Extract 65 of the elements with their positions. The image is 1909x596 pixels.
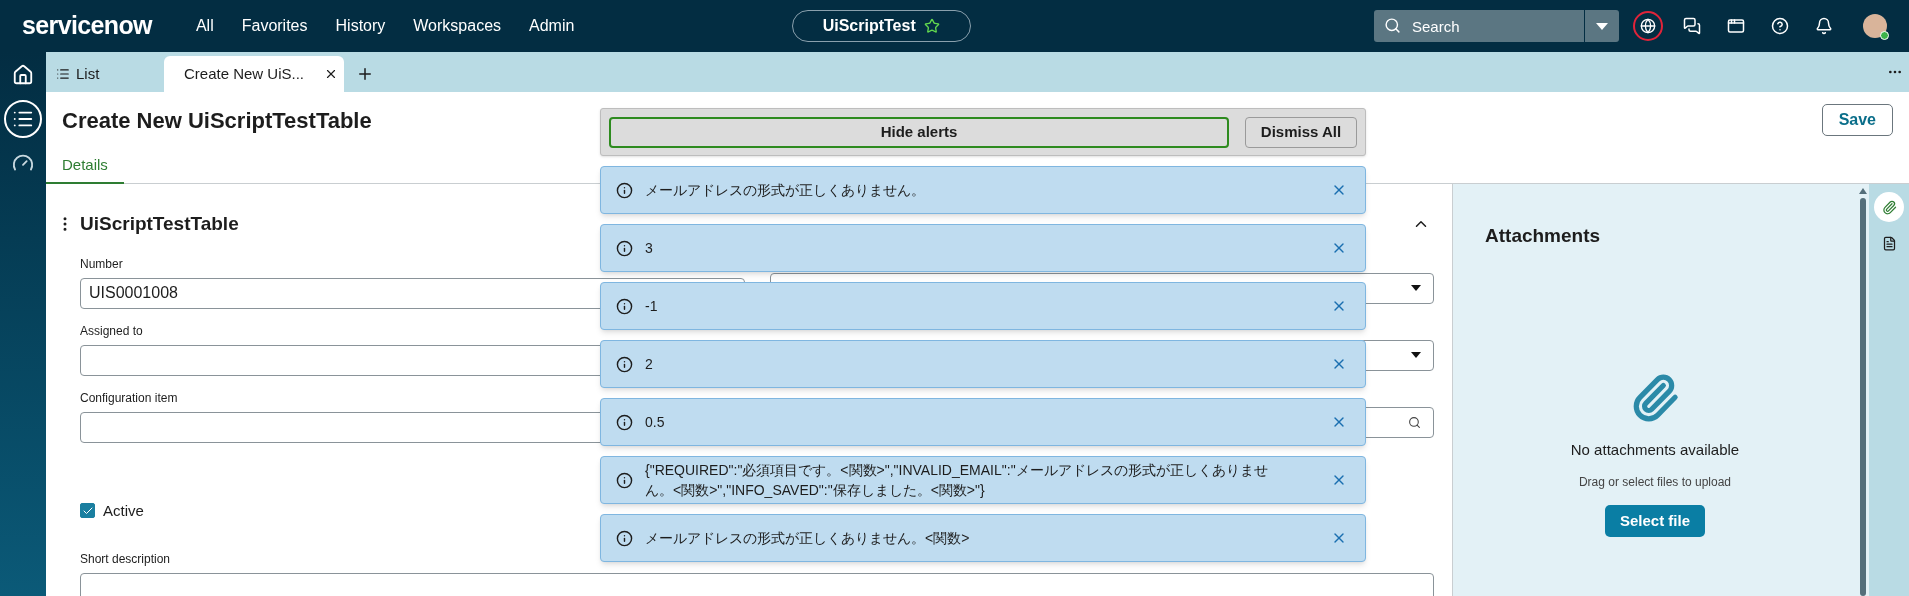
search-icon	[1408, 415, 1421, 429]
alert-text: 2	[645, 355, 654, 374]
nav-menu-item[interactable]: Favorites	[227, 14, 322, 38]
select-file-button[interactable]: Select file	[1604, 505, 1705, 537]
info-icon	[616, 355, 633, 373]
info-icon	[616, 239, 633, 257]
online-status-icon	[1880, 31, 1889, 40]
text-field[interactable]	[80, 573, 1434, 596]
hide-alerts-button[interactable]: Hide alerts	[609, 116, 1229, 148]
field-label: Number	[80, 255, 124, 273]
panel-title: Attachments	[1485, 224, 1601, 248]
info-icon	[616, 471, 633, 489]
field-label: Assigned to	[80, 322, 144, 340]
alert-text: メールアドレスの形式が正しくありません。	[645, 181, 926, 200]
nav-menu-item[interactable]: History	[321, 14, 400, 38]
alert-text: 0.5	[645, 413, 666, 432]
search-scope-button[interactable]	[1585, 10, 1619, 42]
logo[interactable]: servicenow	[22, 7, 152, 45]
page-title: Create New UiScriptTestTable	[62, 107, 372, 135]
nav-menu-item[interactable]: All	[181, 14, 228, 38]
caret-icon	[1411, 352, 1421, 358]
info-icon	[616, 297, 633, 315]
alert-text: {"REQUIRED":"必須項目です。<関数>","INVALID_EMAIL":"メールアドレスの形式が正しくありません。<関数>","INFO_SAVED":"保存しました。<関数>"}	[645, 461, 1269, 500]
list-icon	[56, 67, 70, 81]
checkbox-label: Active	[103, 500, 144, 521]
info-icon	[616, 529, 633, 547]
search-field[interactable]: Search	[1374, 10, 1584, 42]
alert-text: 3	[645, 239, 654, 258]
section-title: UiScriptTestTable	[80, 212, 239, 236]
search-icon	[1384, 17, 1401, 34]
globe-icon	[1640, 18, 1656, 34]
nav-menu-item[interactable]: Admin	[515, 14, 589, 38]
screen-icon[interactable]	[1727, 17, 1745, 35]
field-label: Short description	[80, 551, 172, 568]
paperclip-icon	[1881, 199, 1897, 215]
add-tab-icon[interactable]	[356, 65, 374, 83]
globe-button[interactable]	[1633, 11, 1663, 41]
caret-icon	[1596, 22, 1608, 30]
field-label: Configuration item	[80, 389, 179, 407]
save-button[interactable]: Save	[1821, 104, 1893, 136]
alert-text: メールアドレスの形式が正しくありません。<関数>	[645, 529, 971, 548]
notification-icon[interactable]	[1815, 17, 1833, 35]
scrollbar-thumb[interactable]	[1860, 198, 1866, 596]
scrollbar[interactable]	[1857, 184, 1869, 596]
info-icon	[616, 181, 633, 199]
star-icon[interactable]	[923, 18, 940, 34]
help-icon[interactable]	[1771, 17, 1789, 35]
document-icon[interactable]	[1881, 236, 1897, 251]
info-icon	[616, 413, 633, 431]
attachments-button[interactable]	[1874, 192, 1904, 222]
caret-icon	[1411, 285, 1421, 291]
chat-icon[interactable]	[1683, 17, 1701, 35]
active-checkbox[interactable]	[80, 503, 95, 519]
avatar[interactable]	[1863, 14, 1887, 38]
details-tab[interactable]: Details	[46, 153, 124, 184]
tab[interactable]: Create New UiS...	[164, 56, 344, 92]
context-title: UiScriptTest	[822, 16, 916, 36]
tab[interactable]: List	[54, 56, 164, 92]
home-icon[interactable]	[12, 64, 34, 86]
dismiss-all-button[interactable]: Dismiss All	[1245, 116, 1357, 148]
list-button[interactable]	[4, 100, 42, 138]
upload-hint: Drag or select files to upload	[1578, 474, 1732, 491]
scroll-up-icon[interactable]	[1859, 188, 1867, 194]
empty-message: No attachments available	[1570, 439, 1740, 460]
nav-menu-item[interactable]: Workspaces	[399, 14, 516, 38]
